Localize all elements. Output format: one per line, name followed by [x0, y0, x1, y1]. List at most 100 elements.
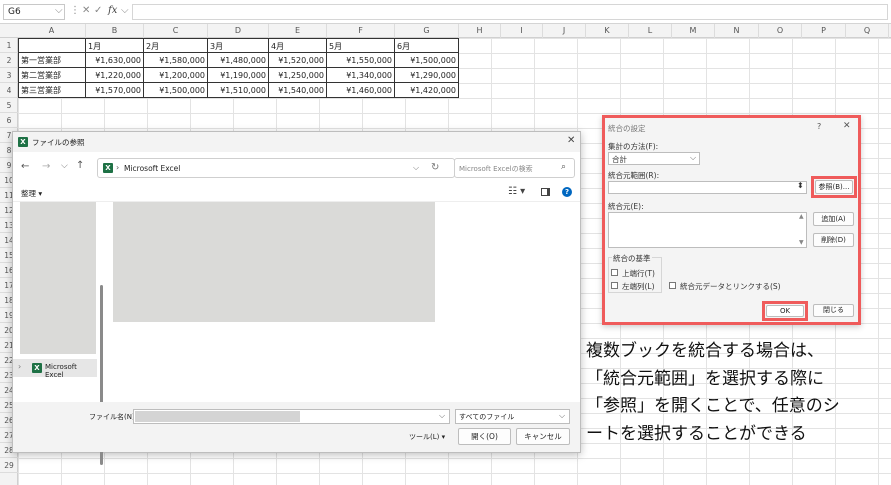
column-header-p[interactable]: P [802, 24, 846, 38]
table-cell[interactable]: ¥1,420,000 [395, 83, 459, 98]
sources-list[interactable]: ▲ ▼ [608, 212, 807, 248]
column-header-l[interactable]: L [629, 24, 672, 38]
column-header-g[interactable]: G [395, 24, 459, 38]
row-header-2[interactable]: 2 [0, 53, 18, 68]
table-cell[interactable]: 第二営業部 [18, 68, 86, 83]
table-header-cell[interactable]: 2月 [144, 38, 208, 53]
back-arrow-icon[interactable]: ← [21, 161, 29, 172]
refresh-icon[interactable]: ↻ [431, 162, 439, 173]
row-header-6[interactable]: 6 [0, 113, 18, 128]
sidebar-item-microsoft-excel[interactable]: › X Microsoft Excel [13, 359, 97, 379]
filename-input[interactable]: ⌵ [133, 409, 450, 424]
scroll-down-icon[interactable]: ▼ [799, 239, 804, 246]
close-button-label: 閉じる [823, 306, 844, 314]
chevron-down-icon[interactable]: ⌵ [439, 411, 445, 421]
table-header-cell[interactable]: 4月 [269, 38, 327, 53]
column-header-d[interactable]: D [208, 24, 269, 38]
table-header-cell[interactable]: 1月 [86, 38, 144, 53]
chevron-down-icon[interactable]: ⌵ [61, 161, 68, 171]
forward-arrow-icon[interactable]: → [42, 161, 50, 172]
table-cell[interactable]: ¥1,340,000 [327, 68, 395, 83]
help-icon[interactable]: ? [817, 122, 821, 131]
table-cell[interactable]: 第三営業部 [18, 83, 86, 98]
organize-button[interactable]: 整理 ▾ [21, 188, 42, 199]
column-header-c[interactable]: C [144, 24, 208, 38]
table-cell[interactable]: ¥1,510,000 [208, 83, 269, 98]
view-options-icon[interactable]: ☷ ▾ [508, 186, 525, 197]
row-header-4[interactable]: 4 [0, 83, 18, 98]
close-button[interactable]: 閉じる [813, 304, 854, 317]
table-header-cell[interactable] [18, 38, 86, 53]
help-icon[interactable]: ? [562, 187, 572, 197]
ok-label: OK [779, 307, 791, 315]
column-header-n[interactable]: N [715, 24, 759, 38]
open-button[interactable]: 開く(O) [458, 428, 511, 445]
column-header-b[interactable]: B [86, 24, 144, 38]
close-icon[interactable]: ✕ [843, 121, 851, 131]
delete-button[interactable]: 削除(D) [813, 233, 854, 247]
table-header-cell[interactable]: 3月 [208, 38, 269, 53]
chevron-right-icon[interactable]: › [18, 362, 21, 371]
column-header-h[interactable]: H [459, 24, 501, 38]
column-header-j[interactable]: J [543, 24, 586, 38]
preview-pane-icon[interactable] [541, 188, 550, 196]
row-header-5[interactable]: 5 [0, 98, 18, 113]
column-header-m[interactable]: M [672, 24, 715, 38]
column-header-o[interactable]: O [759, 24, 802, 38]
table-cell[interactable]: ¥1,630,000 [86, 53, 144, 68]
add-button[interactable]: 追加(A) [813, 212, 854, 226]
column-header-e[interactable]: E [269, 24, 327, 38]
ok-button[interactable]: OK [766, 305, 804, 317]
address-bar[interactable]: X › Microsoft Excel ⌵ ↻ [97, 158, 455, 178]
scroll-up-icon[interactable]: ▲ [799, 213, 804, 220]
row-header-1[interactable]: 1 [0, 38, 18, 53]
column-header-i[interactable]: I [501, 24, 543, 38]
check-icon[interactable]: ✓ [94, 5, 102, 16]
table-cell[interactable]: ¥1,480,000 [208, 53, 269, 68]
chevron-down-icon[interactable]: ⌵ [121, 5, 129, 16]
column-header-f[interactable]: F [327, 24, 395, 38]
dialog-title: ファイルの参照 [32, 138, 85, 147]
table-cell[interactable]: ¥1,570,000 [86, 83, 144, 98]
file-type-select[interactable]: すべてのファイル ⌵ [455, 409, 570, 424]
checkbox-icon [611, 282, 618, 289]
table-cell[interactable]: ¥1,200,000 [144, 68, 208, 83]
reference-input[interactable]: ⬍ [608, 181, 807, 194]
table-cell[interactable]: ¥1,550,000 [327, 53, 395, 68]
table-header-cell[interactable]: 5月 [327, 38, 395, 53]
chevron-down-icon[interactable]: ⌵ [413, 163, 419, 173]
table-cell[interactable]: ¥1,290,000 [395, 68, 459, 83]
function-select[interactable]: 合計 ⌵ [608, 152, 700, 165]
table-header-cell[interactable]: 6月 [395, 38, 459, 53]
tools-button[interactable]: ツール(L) ▾ [409, 432, 445, 442]
table-cell[interactable]: ¥1,190,000 [208, 68, 269, 83]
file-list-area[interactable] [113, 202, 435, 322]
search-input[interactable]: Microsoft Excelの検索 ⌕ [454, 158, 575, 178]
table-cell[interactable]: ¥1,520,000 [269, 53, 327, 68]
up-arrow-icon[interactable]: ↑ [76, 160, 84, 171]
table-cell[interactable]: ¥1,460,000 [327, 83, 395, 98]
formula-input[interactable] [132, 4, 888, 20]
chevron-down-icon[interactable]: ⌵ [690, 153, 696, 163]
row-header-29[interactable]: 29 [0, 458, 18, 473]
table-cell[interactable]: 第一営業部 [18, 53, 86, 68]
table-cell[interactable]: ¥1,220,000 [86, 68, 144, 83]
chevron-down-icon[interactable]: ⌵ [55, 5, 63, 16]
table-cell[interactable]: ¥1,500,000 [144, 83, 208, 98]
table-cell[interactable]: ¥1,500,000 [395, 53, 459, 68]
table-cell[interactable]: ¥1,540,000 [269, 83, 327, 98]
row-header-3[interactable]: 3 [0, 68, 18, 83]
table-cell[interactable]: ¥1,250,000 [269, 68, 327, 83]
collapse-dialog-icon[interactable]: ⬍ [797, 181, 804, 190]
column-header-q[interactable]: Q [846, 24, 889, 38]
close-icon[interactable]: ✕ [567, 135, 575, 146]
cancel-x-icon[interactable]: ✕ [82, 5, 90, 16]
fx-icon[interactable]: fx [108, 5, 117, 16]
browse-button[interactable]: 参照(B)... [815, 180, 853, 194]
column-header-k[interactable]: K [586, 24, 629, 38]
table-cell[interactable]: ¥1,580,000 [144, 53, 208, 68]
chevron-down-icon[interactable]: ⌵ [559, 411, 565, 421]
cancel-button[interactable]: キャンセル [516, 428, 570, 445]
column-header-a[interactable]: A [18, 24, 86, 38]
search-icon[interactable]: ⌕ [561, 162, 566, 172]
